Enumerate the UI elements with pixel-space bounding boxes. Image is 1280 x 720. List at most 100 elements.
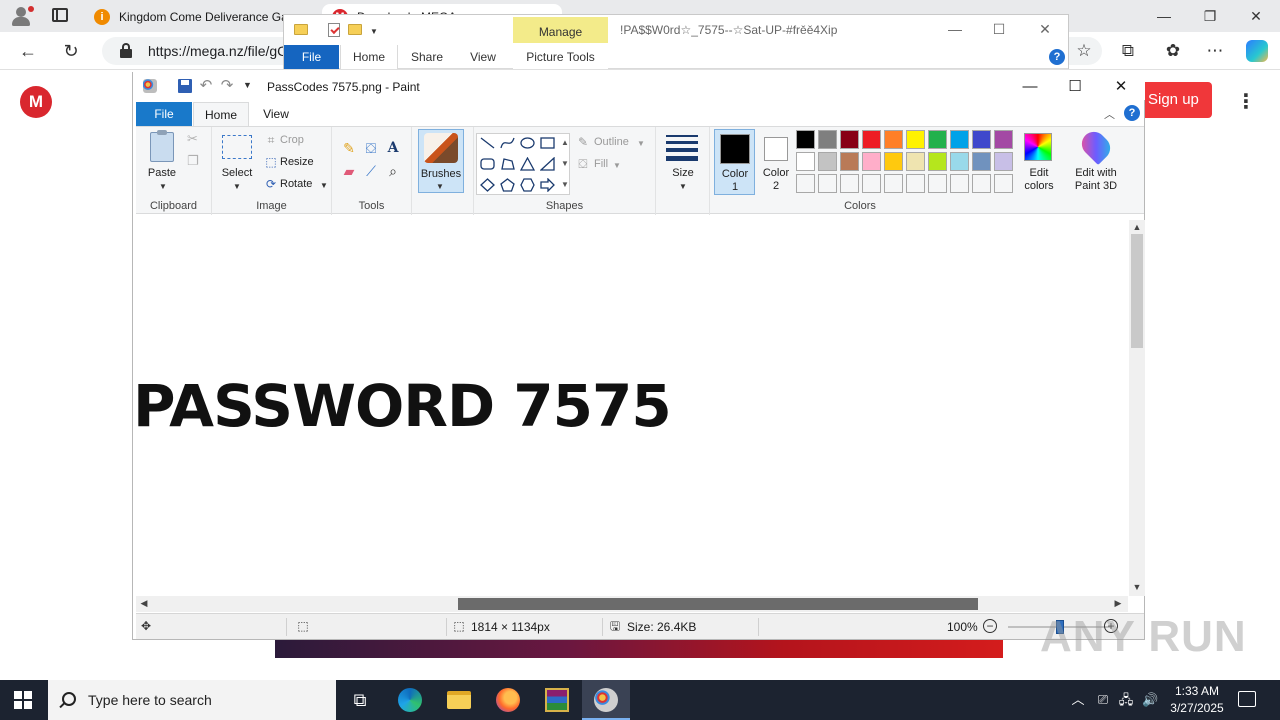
taskbar-edge[interactable]: [386, 680, 434, 720]
taskbar-file-explorer[interactable]: [435, 680, 483, 720]
rectangle-shape-icon[interactable]: [540, 136, 555, 150]
color2-label-line2[interactable]: 2: [756, 180, 796, 193]
custom-color-slot[interactable]: [950, 174, 969, 193]
paint-maximize-button[interactable]: ☐: [1060, 76, 1090, 98]
vertical-scrollbar[interactable]: ▲ ▼: [1129, 220, 1145, 596]
paint-3d-icon[interactable]: [1076, 126, 1116, 166]
zoom-out-icon[interactable]: −: [983, 619, 997, 633]
fill-icon[interactable]: ⛋: [574, 155, 592, 173]
explorer-tab-view[interactable]: View: [456, 45, 510, 69]
rotate-icon[interactable]: ⟳: [262, 175, 280, 193]
network-icon[interactable]: 🖧: [1118, 692, 1134, 708]
taskbar-search-box[interactable]: Type here to search: [48, 680, 336, 720]
palette-color-swatch[interactable]: [796, 130, 815, 149]
rotate-button[interactable]: Rotate: [280, 178, 312, 190]
scroll-right-arrow-icon[interactable]: ▶: [1112, 598, 1124, 609]
palette-color-swatch[interactable]: [928, 152, 947, 171]
palette-color-swatch[interactable]: [818, 152, 837, 171]
edit-colors-icon[interactable]: [1024, 133, 1052, 161]
copy-icon[interactable]: ❐: [187, 153, 199, 169]
vertical-scroll-thumb[interactable]: [1131, 234, 1143, 348]
custom-color-slot[interactable]: [840, 174, 859, 193]
outline-dropdown-icon[interactable]: ▼: [637, 139, 645, 148]
explorer-tab-home[interactable]: Home: [340, 45, 398, 69]
paint-app-icon[interactable]: [143, 79, 157, 93]
palette-color-swatch[interactable]: [950, 130, 969, 149]
horizontal-scroll-thumb[interactable]: [458, 598, 978, 610]
outline-icon[interactable]: ✎: [574, 133, 592, 151]
properties-icon[interactable]: [328, 23, 340, 37]
palette-color-swatch[interactable]: [862, 130, 881, 149]
palette-color-swatch[interactable]: [884, 152, 903, 171]
palette-color-swatch[interactable]: [884, 130, 903, 149]
rotate-dropdown-icon[interactable]: ▼: [320, 181, 328, 190]
paint-tab-home[interactable]: Home: [193, 102, 249, 126]
clock-date[interactable]: 3/27/2025: [1166, 701, 1228, 715]
select-dropdown-icon[interactable]: ▼: [233, 182, 241, 191]
select-button-label[interactable]: Select: [216, 167, 258, 180]
shapes-expand-icon[interactable]: ▼: [561, 180, 569, 189]
palette-color-swatch[interactable]: [818, 130, 837, 149]
sign-up-button[interactable]: Sign up: [1143, 82, 1212, 118]
line-size-icon[interactable]: [666, 135, 698, 161]
cut-icon[interactable]: ✂: [187, 131, 198, 147]
profile-avatar-icon[interactable]: [8, 4, 34, 28]
fill-bucket-icon[interactable]: ⛋: [362, 139, 380, 157]
windows-start-icon[interactable]: [14, 691, 32, 709]
custom-color-slot[interactable]: [972, 174, 991, 193]
magnifier-icon[interactable]: ⌕: [384, 162, 402, 180]
paint3d-label-line2[interactable]: Paint 3D: [1066, 180, 1126, 193]
redo-icon[interactable]: ↷: [220, 78, 234, 93]
browser-restore-button[interactable]: ❐: [1200, 6, 1220, 26]
clock-time[interactable]: 1:33 AM: [1166, 684, 1228, 698]
palette-color-swatch[interactable]: [840, 152, 859, 171]
diamond-shape-icon[interactable]: [480, 178, 495, 192]
palette-color-swatch[interactable]: [994, 130, 1013, 149]
qa-dropdown-icon[interactable]: ▼: [370, 27, 378, 36]
volume-icon[interactable]: 🔊: [1142, 692, 1158, 708]
collapse-ribbon-chevron-icon[interactable]: ︿: [1104, 106, 1115, 122]
text-tool-icon[interactable]: A: [384, 139, 402, 157]
shapes-scroll-down-icon[interactable]: ▼: [561, 159, 569, 168]
paste-clipboard-icon[interactable]: [150, 130, 174, 162]
explorer-close-button[interactable]: ✕: [1030, 19, 1060, 39]
custom-color-slot[interactable]: [862, 174, 881, 193]
palette-color-swatch[interactable]: [994, 152, 1013, 171]
triangle-shape-icon[interactable]: [520, 157, 535, 171]
palette-color-swatch[interactable]: [950, 152, 969, 171]
size-dropdown-icon[interactable]: ▼: [679, 182, 687, 191]
scroll-up-arrow-icon[interactable]: ▲: [1131, 222, 1143, 232]
color2-label-line1[interactable]: Color: [756, 167, 796, 180]
resize-button[interactable]: Resize: [280, 156, 314, 168]
paste-button-label[interactable]: Paste: [142, 167, 182, 180]
explorer-tab-picture-tools[interactable]: Picture Tools: [513, 45, 608, 69]
palette-color-swatch[interactable]: [972, 130, 991, 149]
pentagon-shape-icon[interactable]: [500, 178, 515, 192]
explorer-minimize-button[interactable]: —: [940, 19, 970, 39]
fill-dropdown-icon[interactable]: ▼: [613, 161, 621, 170]
taskbar-winrar[interactable]: [533, 680, 581, 720]
select-rectangle-icon[interactable]: [222, 135, 252, 159]
horizontal-scrollbar[interactable]: ◀ ▶: [136, 596, 1128, 612]
right-arrow-shape-icon[interactable]: [540, 178, 555, 192]
palette-color-swatch[interactable]: [972, 152, 991, 171]
palette-color-swatch[interactable]: [840, 130, 859, 149]
color1-button[interactable]: Color 1: [714, 129, 755, 195]
save-icon[interactable]: [178, 79, 192, 93]
tab-actions-icon[interactable]: [52, 8, 68, 22]
edit-colors-label-line1[interactable]: Edit: [1016, 167, 1062, 180]
oval-shape-icon[interactable]: [520, 136, 535, 150]
fill-button[interactable]: Fill: [594, 158, 608, 170]
manage-contextual-tab[interactable]: Manage: [513, 17, 608, 43]
custom-color-slot[interactable]: [928, 174, 947, 193]
paint-close-button[interactable]: ✕: [1106, 76, 1136, 98]
palette-color-swatch[interactable]: [796, 152, 815, 171]
favorites-star-icon[interactable]: ☆: [1073, 40, 1095, 62]
reload-icon[interactable]: ↻: [60, 40, 82, 62]
back-arrow-icon[interactable]: ←: [17, 40, 39, 62]
tray-overflow-chevron-icon[interactable]: ︿: [1070, 692, 1086, 708]
browser-tab-kingdom-come[interactable]: i Kingdom Come Deliverance Ga: [84, 4, 312, 32]
hexagon-shape-icon[interactable]: [520, 178, 535, 192]
palette-color-swatch[interactable]: [906, 152, 925, 171]
collections-icon[interactable]: ⧉: [1117, 40, 1139, 62]
